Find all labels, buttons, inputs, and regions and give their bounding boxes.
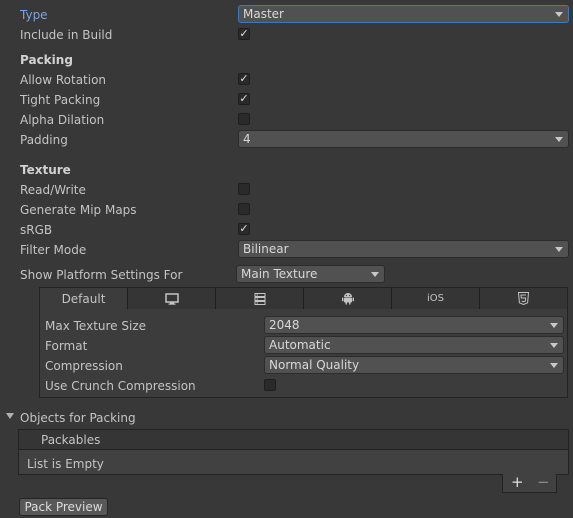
max-texture-size-dropdown[interactable]: 2048	[264, 316, 564, 334]
alpha-dilation-checkbox[interactable]	[238, 113, 250, 125]
tab-default[interactable]: Default	[40, 288, 128, 309]
tab-android[interactable]	[304, 288, 392, 309]
compression-label: Compression	[45, 359, 123, 373]
checkmark-icon: ✓	[239, 27, 249, 40]
srgb-checkbox[interactable]: ✓	[238, 223, 250, 235]
crunch-compression-checkbox[interactable]	[264, 379, 276, 391]
include-in-build-label: Include in Build	[20, 28, 113, 42]
texture-header: Texture	[20, 163, 71, 177]
add-button[interactable]: +	[511, 474, 524, 490]
html5-icon	[518, 292, 529, 305]
tab-default-label: Default	[61, 291, 106, 306]
foldout-arrow-icon[interactable]	[6, 413, 14, 419]
show-platform-settings-label: Show Platform Settings For	[20, 268, 183, 282]
platform-settings-panel: Default iOS Max Texture Size 2048 Format…	[39, 287, 568, 398]
format-label: Format	[45, 339, 88, 353]
padding-label: Padding	[20, 133, 68, 147]
type-dropdown[interactable]: Master	[238, 5, 569, 23]
platform-settings-dropdown-value: Main Texture	[241, 267, 318, 281]
mipmaps-label: Generate Mip Maps	[20, 203, 137, 217]
platform-settings-dropdown[interactable]: Main Texture	[236, 265, 385, 283]
srgb-label: sRGB	[20, 223, 53, 237]
monitor-icon	[164, 292, 179, 305]
remove-button[interactable]: −	[537, 474, 550, 490]
padding-dropdown-value: 4	[243, 132, 251, 146]
tab-webgl[interactable]	[480, 288, 567, 309]
android-icon	[341, 293, 354, 305]
chevron-down-icon	[550, 363, 558, 368]
packables-header-label: Packables	[41, 433, 101, 447]
chevron-down-icon	[555, 247, 563, 252]
checkmark-icon: ✓	[239, 222, 249, 235]
type-label: Type	[20, 8, 48, 22]
readwrite-label: Read/Write	[20, 183, 86, 197]
filter-mode-dropdown-value: Bilinear	[243, 242, 289, 256]
list-empty-text: List is Empty	[27, 457, 104, 471]
tab-standalone[interactable]	[128, 288, 216, 309]
tight-packing-label: Tight Packing	[20, 93, 101, 107]
tight-packing-checkbox[interactable]: ✓	[238, 93, 250, 105]
chevron-down-icon	[550, 343, 558, 348]
filter-mode-label: Filter Mode	[20, 243, 87, 257]
packables-list-header: Packables	[19, 430, 568, 450]
crunch-compression-label: Use Crunch Compression	[45, 379, 196, 393]
readwrite-checkbox[interactable]	[238, 183, 250, 195]
objects-foldout-label[interactable]: Objects for Packing	[20, 411, 136, 425]
include-in-build-checkbox[interactable]: ✓	[238, 28, 250, 40]
max-texture-size-label: Max Texture Size	[45, 319, 146, 333]
checkmark-icon: ✓	[239, 72, 249, 85]
list-buttons-bar: + −	[502, 474, 557, 493]
format-dropdown[interactable]: Automatic	[264, 336, 564, 354]
compression-value: Normal Quality	[269, 358, 360, 372]
allow-rotation-checkbox[interactable]: ✓	[238, 73, 250, 85]
mipmaps-checkbox[interactable]	[238, 203, 250, 215]
max-texture-size-value: 2048	[269, 318, 300, 332]
chevron-down-icon	[555, 137, 563, 142]
chevron-down-icon	[550, 323, 558, 328]
padding-dropdown[interactable]: 4	[238, 130, 569, 148]
compression-dropdown[interactable]: Normal Quality	[264, 356, 564, 374]
chevron-down-icon	[371, 272, 379, 277]
chevron-down-icon	[555, 12, 563, 17]
packing-header: Packing	[20, 53, 73, 67]
tab-ios[interactable]: iOS	[392, 288, 480, 309]
checkmark-icon: ✓	[239, 92, 249, 105]
pack-preview-button[interactable]: Pack Preview	[19, 498, 108, 516]
filter-mode-dropdown[interactable]: Bilinear	[238, 240, 569, 258]
format-value: Automatic	[269, 338, 331, 352]
type-dropdown-value: Master	[243, 7, 284, 21]
allow-rotation-label: Allow Rotation	[20, 73, 107, 87]
server-icon	[254, 292, 265, 305]
alpha-dilation-label: Alpha Dilation	[20, 113, 105, 127]
tab-ios-label: iOS	[427, 293, 444, 304]
packables-list: Packables List is Empty	[18, 429, 569, 475]
tab-server[interactable]	[216, 288, 304, 309]
platform-tabbar: Default iOS	[40, 288, 567, 309]
